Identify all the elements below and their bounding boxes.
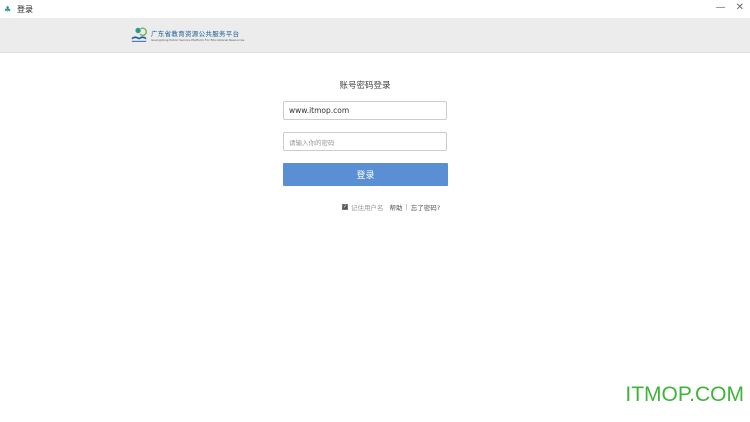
login-heading: 账号密码登录 — [339, 81, 391, 91]
logo-icon — [131, 27, 147, 42]
separator: | — [405, 203, 408, 211]
logo-subtitle: Guangdong Public Service Platform For Ed… — [151, 38, 245, 42]
password-input[interactable]: 请输入你的密码 — [283, 132, 447, 151]
watermark: ITMOP.COM — [625, 383, 744, 406]
forgot-password-link[interactable]: 忘了密码? — [411, 202, 440, 212]
header-banner: 广东省教育资源公共服务平台 Guangdong Public Service P… — [0, 18, 750, 53]
close-button[interactable]: ✕ — [736, 2, 744, 13]
remember-label[interactable]: 记住用户名 — [351, 202, 384, 212]
app-icon: ♣ — [4, 4, 12, 14]
remember-checkbox[interactable]: ✓ — [342, 204, 348, 210]
minimize-button[interactable]: — — [716, 2, 726, 13]
window-title: 登录 — [17, 4, 33, 14]
login-button[interactable]: 登录 — [283, 163, 448, 186]
logo-title: 广东省教育资源公共服务平台 — [151, 30, 240, 38]
username-input[interactable]: www.itmop.com — [283, 101, 447, 120]
help-link[interactable]: 帮助 — [390, 202, 403, 212]
platform-logo: 广东省教育资源公共服务平台 Guangdong Public Service P… — [130, 26, 244, 44]
title-bar: ♣ 登录 — [0, 0, 750, 18]
